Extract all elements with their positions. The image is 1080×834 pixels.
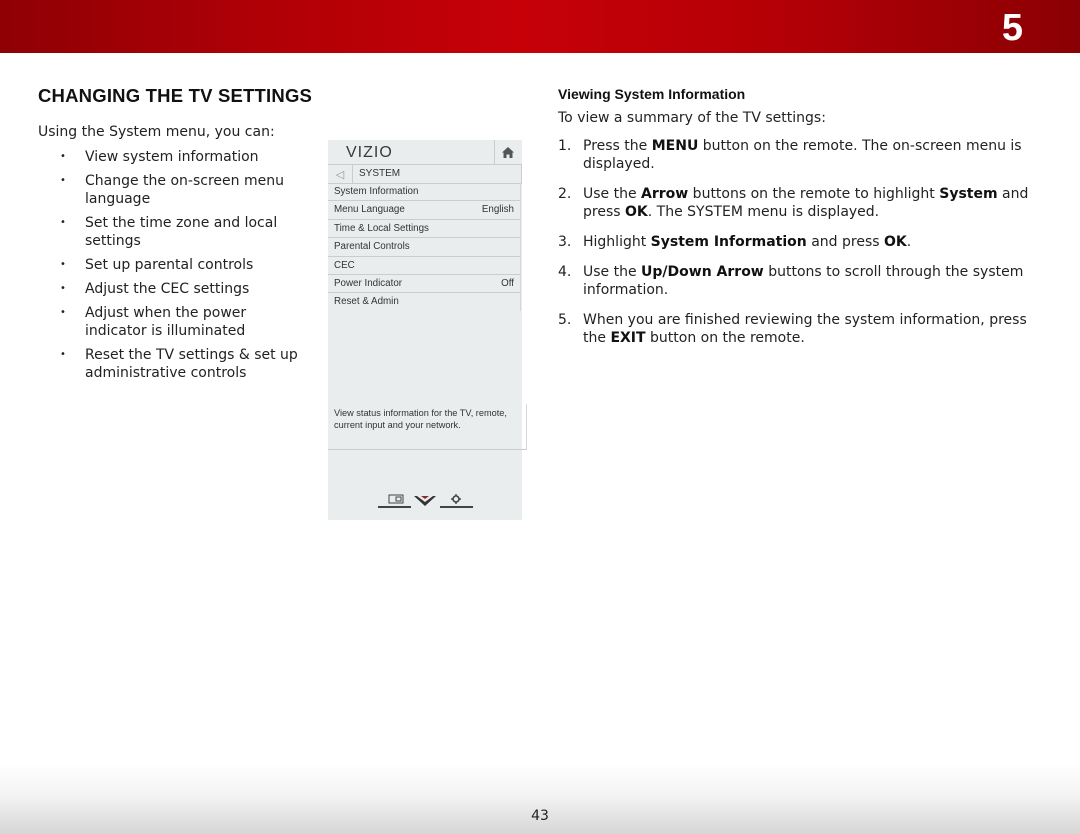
menu-item-label: System Information xyxy=(334,186,419,197)
feature-bullet: • Change the on-screen menu language xyxy=(56,172,306,208)
menu-item[interactable]: Time & Local Settings xyxy=(328,219,521,239)
step-keyword: Up/Down Arrow xyxy=(641,264,764,280)
step-number: 3. xyxy=(558,234,572,250)
menu-item[interactable]: Power Indicator Off xyxy=(328,274,521,294)
instruction-step: 2. Use the Arrow buttons on the remote to… xyxy=(558,185,1048,221)
step-text: . The SYSTEM menu is displayed. xyxy=(647,204,880,220)
menu-item[interactable]: Parental Controls xyxy=(328,238,521,257)
tv-menu-topbar: VIZIO xyxy=(328,140,522,164)
step-text: Use the xyxy=(583,264,642,280)
bullet-text: Set the time zone and local settings xyxy=(85,215,278,249)
bullet-dot-icon: • xyxy=(60,151,66,162)
home-icon xyxy=(502,146,514,158)
step-text: buttons on the remote to highlight xyxy=(688,186,940,202)
menu-item-label: Power Indicator xyxy=(334,277,403,289)
system-section-header: ◁ SYSTEM xyxy=(328,164,522,184)
bullet-text: Reset the TV settings & set up administr… xyxy=(85,347,298,381)
step-text: button on the remote. xyxy=(645,330,805,346)
intro-text: Using the System menu, you can: xyxy=(38,124,275,140)
bullet-text: View system information xyxy=(85,149,259,165)
step-number: 1. xyxy=(558,138,572,154)
wide-mode-icon[interactable] xyxy=(378,494,411,508)
bullet-text: Adjust the CEC settings xyxy=(85,281,250,297)
feature-bullet: • Adjust the CEC settings xyxy=(56,280,306,298)
feature-bullet-list: • View system information • Change the on-s… xyxy=(56,148,306,388)
menu-item-label: Reset & Admin xyxy=(334,296,399,308)
step-number: 2. xyxy=(558,186,572,202)
step-text: Use the xyxy=(583,186,642,202)
feature-bullet: • Adjust when the power indicator is illu… xyxy=(56,304,306,340)
step-text: Highlight xyxy=(583,234,651,250)
settings-gear-icon[interactable] xyxy=(440,494,473,508)
bullet-dot-icon: • xyxy=(60,259,66,270)
chapter-header-bar: 5 xyxy=(0,0,1080,53)
step-keyword: System Information xyxy=(650,234,807,250)
step-keyword: MENU xyxy=(651,138,699,154)
menu-item-label: Time & Local Settings xyxy=(334,222,429,234)
bullet-dot-icon: • xyxy=(60,283,66,294)
step-keyword: OK xyxy=(883,234,907,250)
step-keyword: OK xyxy=(625,204,648,220)
feature-bullet: • View system information xyxy=(56,148,306,166)
tv-system-menu: VIZIO ◁ SYSTEM System Information Menu La… xyxy=(328,140,527,520)
instruction-step: 1. Press the MENU button on the remote. T… xyxy=(558,137,1048,173)
menu-item-label: Menu Language xyxy=(334,204,405,216)
menu-item[interactable]: System Information xyxy=(328,183,521,202)
section-subheading: Viewing System Information xyxy=(558,86,746,102)
back-button[interactable]: ◁ xyxy=(328,165,353,183)
bullet-dot-icon: • xyxy=(60,349,66,360)
menu-item-value: Off xyxy=(501,277,514,289)
instructions-lead: To view a summary of the TV settings: xyxy=(558,110,826,126)
instructions-column: Viewing System Information To view a sum… xyxy=(558,85,1048,359)
menu-item[interactable]: Reset & Admin xyxy=(328,293,521,311)
step-keyword: System xyxy=(939,186,998,202)
menu-item[interactable]: CEC xyxy=(328,256,521,275)
step-number: 4. xyxy=(558,264,572,280)
bullet-text: Change the on-screen menu language xyxy=(85,173,284,207)
bullet-dot-icon: • xyxy=(60,307,66,318)
instruction-steps: 1. Press the MENU button on the remote. T… xyxy=(558,137,1048,347)
page-number: 43 xyxy=(531,808,549,824)
system-menu-list: System Information Menu Language English Ti… xyxy=(328,183,521,311)
menu-item-label: Parental Controls xyxy=(334,241,410,253)
feature-bullet: • Set the time zone and local settings xyxy=(56,214,306,250)
menu-item[interactable]: Menu Language English xyxy=(328,201,521,220)
step-keyword: Arrow xyxy=(641,186,689,202)
chapter-number: 5 xyxy=(1001,7,1023,49)
feature-bullet: • Set up parental controls xyxy=(56,256,306,274)
instruction-step: 3. Highlight System Information and press… xyxy=(558,233,1048,251)
instruction-step: 4. Use the Up/Down Arrow buttons to scrol… xyxy=(558,263,1048,299)
page-title: CHANGING THE TV SETTINGS xyxy=(38,85,313,106)
bullet-text: Set up parental controls xyxy=(85,257,254,273)
feature-bullet: • Reset the TV settings & set up administ… xyxy=(56,346,306,382)
step-number: 5. xyxy=(558,312,572,328)
step-keyword: EXIT xyxy=(610,330,646,346)
bullet-dot-icon: • xyxy=(60,175,66,186)
bullet-dot-icon: • xyxy=(60,217,66,228)
instruction-step: 5. When you are finished reviewing the sy… xyxy=(558,311,1048,347)
step-text: Press the xyxy=(583,138,652,154)
back-arrow-icon: ◁ xyxy=(335,168,345,181)
menu-item-description: View status information for the TV, remo… xyxy=(328,404,527,450)
bullet-text: Adjust when the power indicator is illum… xyxy=(85,305,247,339)
menu-item-value: English xyxy=(481,204,514,216)
home-button[interactable] xyxy=(494,140,521,164)
vizio-logo: VIZIO xyxy=(346,144,393,161)
vizio-v-icon[interactable] xyxy=(414,496,436,506)
step-text: . xyxy=(906,234,912,250)
step-text: and press xyxy=(806,234,884,250)
menu-item-label: CEC xyxy=(334,259,355,271)
tv-menu-bottom-bar xyxy=(378,492,473,512)
system-section-title: SYSTEM xyxy=(359,168,401,179)
